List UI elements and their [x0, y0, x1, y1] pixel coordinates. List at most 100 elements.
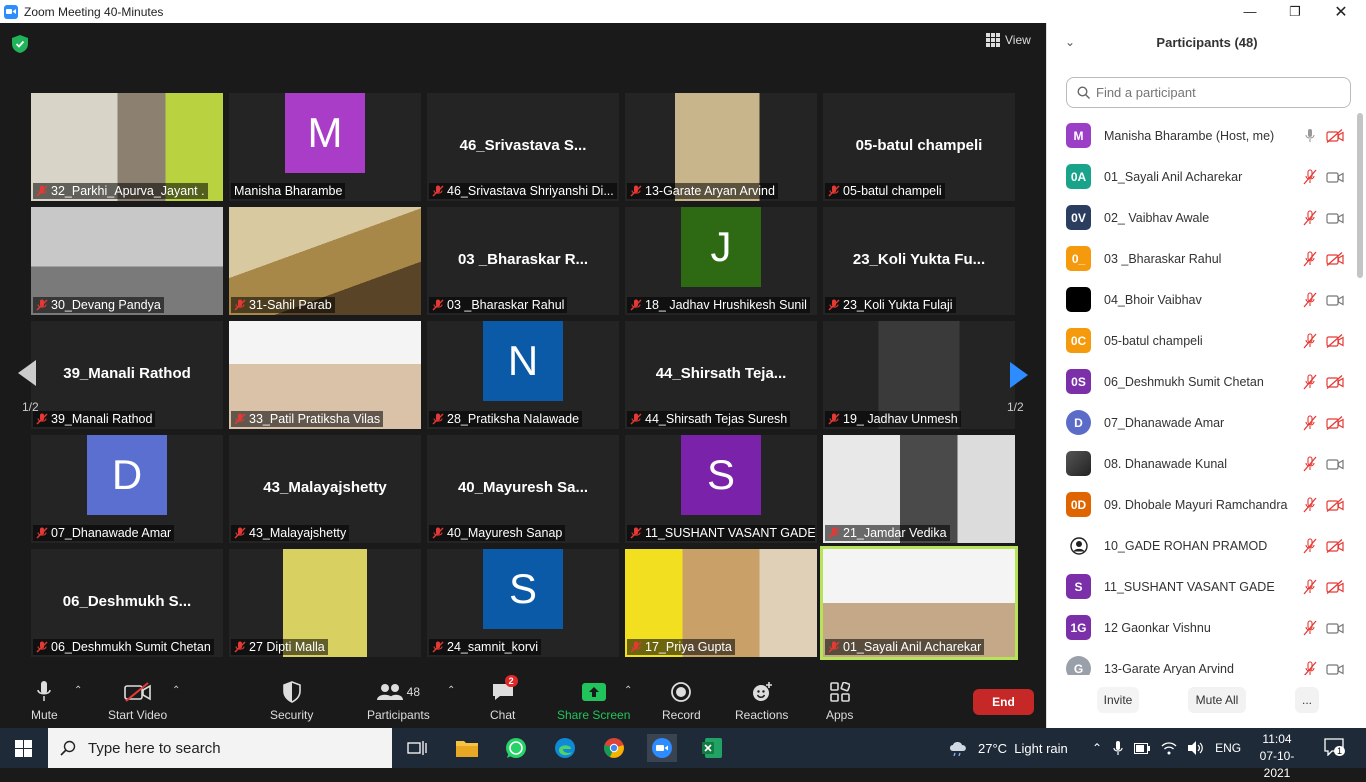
- mic-muted-icon[interactable]: [1303, 537, 1317, 554]
- participant-row[interactable]: 1G 12 Gaonkar Vishnu: [1047, 607, 1357, 648]
- wifi-icon[interactable]: [1161, 741, 1177, 755]
- more-options-button[interactable]: ...: [1295, 687, 1319, 713]
- view-button[interactable]: View: [986, 33, 1031, 47]
- battery-icon[interactable]: [1134, 742, 1151, 754]
- participant-video-tile[interactable]: 30_Devang Pandya: [31, 207, 223, 315]
- mic-muted-icon[interactable]: [1303, 373, 1317, 390]
- participant-row[interactable]: D 07_Dhanawade Amar: [1047, 402, 1357, 443]
- share-screen-button[interactable]: Share Screen: [557, 679, 630, 722]
- camera-off-icon[interactable]: [1326, 128, 1344, 143]
- maximize-button[interactable]: ❐: [1272, 0, 1318, 23]
- participant-search-input[interactable]: [1096, 85, 1336, 100]
- mic-muted-icon[interactable]: [1303, 660, 1317, 676]
- camera-on-icon[interactable]: [1326, 211, 1344, 225]
- mic-muted-icon[interactable]: [1303, 619, 1317, 636]
- participant-video-tile[interactable]: S 24_samnit_korvi: [427, 549, 619, 657]
- video-options-caret-icon[interactable]: ⌃: [172, 685, 180, 696]
- mic-muted-icon[interactable]: [1303, 168, 1317, 185]
- participant-video-tile[interactable]: 46_Srivastava S... 46_Srivastava Shriyans…: [427, 93, 619, 201]
- participant-video-tile[interactable]: 06_Deshmukh S... 06_Deshmukh Sumit Chetan: [31, 549, 223, 657]
- participants-button[interactable]: 48 Participants: [367, 679, 430, 722]
- participants-options-caret-icon[interactable]: ⌃: [447, 685, 455, 696]
- camera-off-icon[interactable]: [1326, 538, 1344, 553]
- participant-row[interactable]: S 11_SUSHANT VASANT GADE: [1047, 566, 1357, 607]
- participant-video-tile[interactable]: 32_Parkhi_Apurva_Jayant .: [31, 93, 223, 201]
- camera-on-icon[interactable]: [1326, 457, 1344, 471]
- start-video-button[interactable]: Start Video: [108, 679, 167, 722]
- participant-video-tile[interactable]: S 11_SUSHANT VASANT GADE: [625, 435, 817, 543]
- taskbar-search-box[interactable]: Type here to search: [48, 728, 392, 768]
- camera-off-icon[interactable]: [1326, 333, 1344, 348]
- tray-microphone-icon[interactable]: [1113, 740, 1123, 756]
- participant-search-box[interactable]: [1066, 77, 1351, 108]
- mic-muted-icon[interactable]: [1303, 455, 1317, 472]
- participant-row[interactable]: 0A 01_Sayali Anil Acharekar: [1047, 156, 1357, 197]
- participant-video-tile[interactable]: 44_Shirsath Teja... 44_Shirsath Tejas Sur…: [625, 321, 817, 429]
- camera-on-icon[interactable]: [1326, 170, 1344, 184]
- whatsapp-icon[interactable]: [501, 734, 531, 762]
- participant-row[interactable]: 0_ 03 _Bharaskar Rahul: [1047, 238, 1357, 279]
- participant-list-scrollbar[interactable]: [1357, 113, 1363, 278]
- participant-video-tile[interactable]: J 18_ Jadhav Hrushikesh Sunil: [625, 207, 817, 315]
- participant-video-tile[interactable]: 33_Patil Pratiksha Vilas: [229, 321, 421, 429]
- camera-off-icon[interactable]: [1326, 374, 1344, 389]
- camera-on-icon[interactable]: [1326, 662, 1344, 676]
- input-language[interactable]: ENG: [1215, 741, 1241, 755]
- task-view-icon[interactable]: [402, 734, 432, 762]
- mic-muted-icon[interactable]: [1303, 209, 1317, 226]
- participant-video-tile[interactable]: 43_Malayajshetty 43_Malayajshetty: [229, 435, 421, 543]
- participant-video-tile[interactable]: 03 _Bharaskar R... 03 _Bharaskar Rahul: [427, 207, 619, 315]
- share-options-caret-icon[interactable]: ⌃: [624, 685, 632, 696]
- participant-video-tile[interactable]: 39_Manali Rathod 39_Manali Rathod: [31, 321, 223, 429]
- camera-off-icon[interactable]: [1326, 415, 1344, 430]
- reactions-button[interactable]: Reactions: [735, 679, 788, 722]
- mute-all-button[interactable]: Mute All: [1188, 687, 1246, 713]
- zoom-taskbar-icon[interactable]: [647, 734, 677, 762]
- apps-button[interactable]: Apps: [826, 679, 853, 722]
- participant-row[interactable]: M Manisha Bharambe (Host, me): [1047, 115, 1357, 156]
- next-page-icon[interactable]: [1010, 362, 1028, 388]
- participant-video-tile[interactable]: 05-batul champeli 05-batul champeli: [823, 93, 1015, 201]
- participant-row[interactable]: 04_Bhoir Vaibhav: [1047, 279, 1357, 320]
- mic-muted-icon[interactable]: [1303, 250, 1317, 267]
- show-hidden-icons-chevron-icon[interactable]: ⌃: [1092, 741, 1102, 755]
- participant-video-tile[interactable]: D 07_Dhanawade Amar: [31, 435, 223, 543]
- chat-button[interactable]: 2 Chat: [490, 675, 518, 722]
- participant-row[interactable]: 0V 02_ Vaibhav Awale: [1047, 197, 1357, 238]
- camera-off-icon[interactable]: [1326, 251, 1344, 266]
- mic-muted-icon[interactable]: [1303, 291, 1317, 308]
- participant-video-tile[interactable]: 19_ Jadhav Unmesh: [823, 321, 1015, 429]
- mute-button[interactable]: Mute: [31, 679, 58, 722]
- participant-row[interactable]: 10_GADE ROHAN PRAMOD: [1047, 525, 1357, 566]
- minimize-button[interactable]: —: [1227, 0, 1273, 23]
- participant-row[interactable]: 08. Dhanawade Kunal: [1047, 443, 1357, 484]
- encryption-shield-icon[interactable]: [12, 35, 28, 53]
- participant-video-tile[interactable]: 13-Garate Aryan Arvind: [625, 93, 817, 201]
- chrome-browser-icon[interactable]: [599, 734, 629, 762]
- weather-widget[interactable]: 27°C Light rain: [948, 728, 1068, 768]
- participant-video-tile[interactable]: 31-Sahil Parab: [229, 207, 421, 315]
- mic-muted-icon[interactable]: [1303, 496, 1317, 513]
- participant-row[interactable]: G 13-Garate Aryan Arvind: [1047, 648, 1357, 675]
- participant-row[interactable]: 0C 05-batul champeli: [1047, 320, 1357, 361]
- participant-video-tile[interactable]: 01_Sayali Anil Acharekar: [820, 546, 1018, 660]
- notification-center[interactable]: 1: [1324, 738, 1346, 761]
- clock[interactable]: 11:04 07-10-2021: [1247, 731, 1307, 782]
- mic-on-icon[interactable]: [1303, 128, 1317, 144]
- mic-muted-icon[interactable]: [1303, 414, 1317, 431]
- record-button[interactable]: Record: [662, 679, 701, 722]
- file-explorer-icon[interactable]: [452, 734, 482, 762]
- camera-on-icon[interactable]: [1326, 293, 1344, 307]
- camera-off-icon[interactable]: [1326, 497, 1344, 512]
- participant-video-tile[interactable]: N 28_Pratiksha Nalawade: [427, 321, 619, 429]
- participant-video-tile[interactable]: 17_Priya Gupta: [625, 549, 817, 657]
- participant-row[interactable]: 0D 09. Dhobale Mayuri Ramchandra: [1047, 484, 1357, 525]
- participant-video-tile[interactable]: 40_Mayuresh Sa... 40_Mayuresh Sanap: [427, 435, 619, 543]
- security-button[interactable]: Security: [270, 679, 313, 722]
- excel-icon[interactable]: [697, 734, 727, 762]
- close-button[interactable]: ✕: [1318, 0, 1364, 23]
- windows-start-icon[interactable]: [15, 740, 32, 757]
- previous-page-icon[interactable]: [18, 360, 36, 386]
- participant-row[interactable]: 0S 06_Deshmukh Sumit Chetan: [1047, 361, 1357, 402]
- edge-browser-icon[interactable]: [550, 734, 580, 762]
